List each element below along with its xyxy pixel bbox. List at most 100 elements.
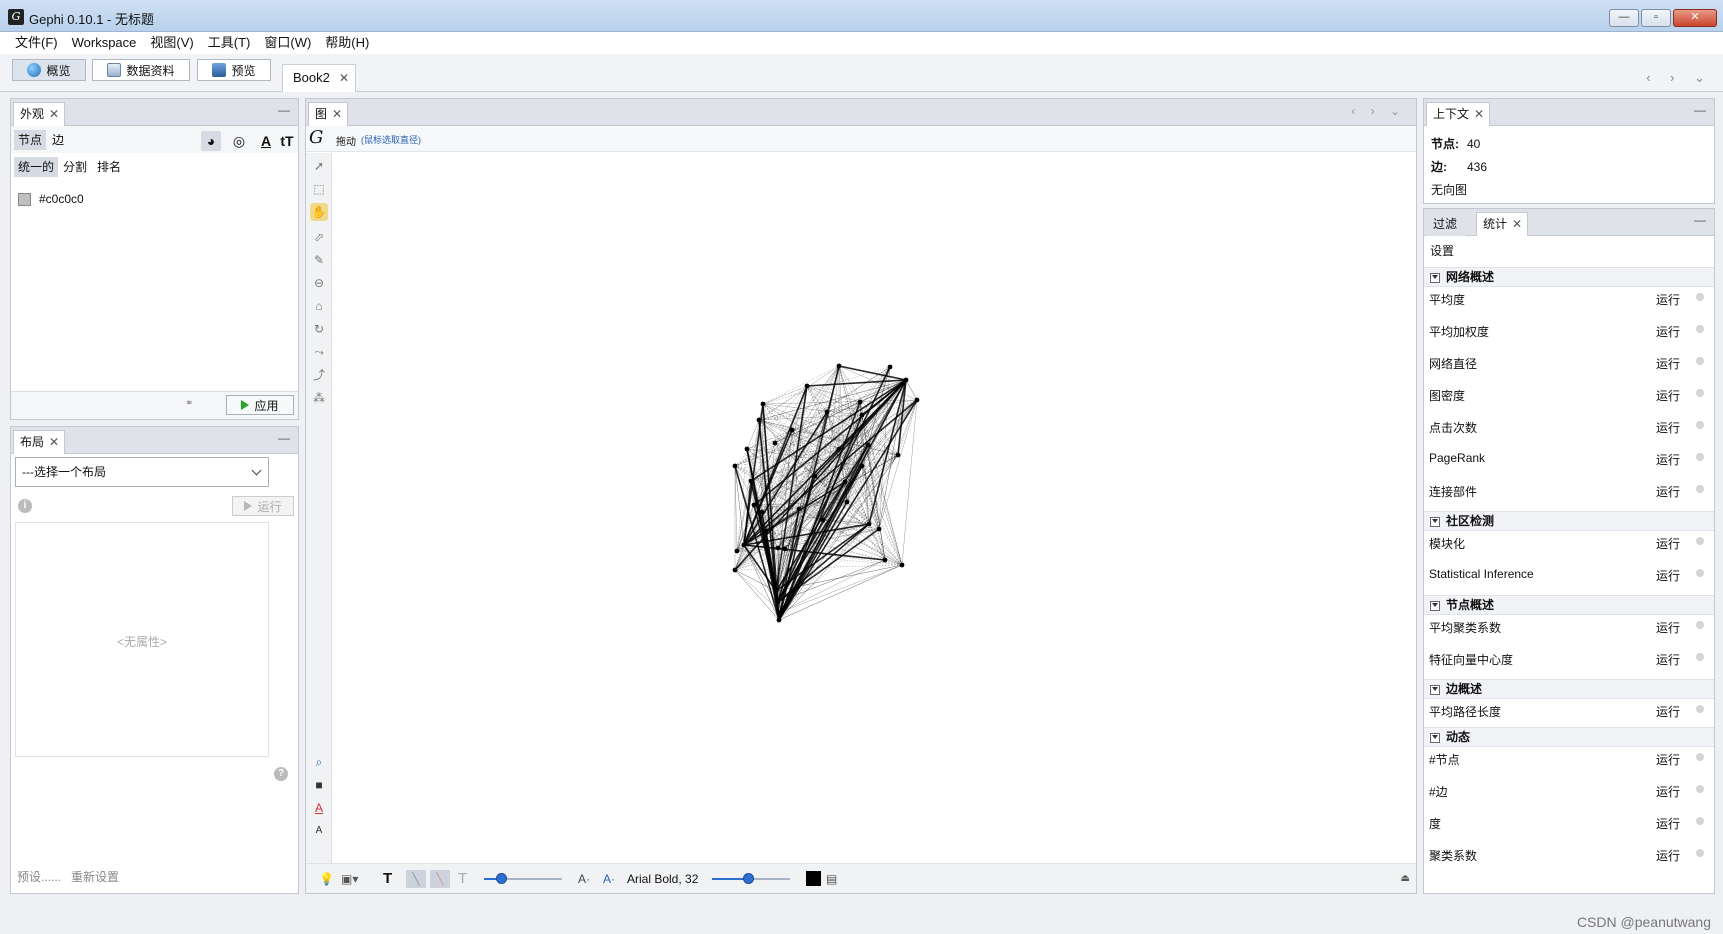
- graph-node[interactable]: [772, 440, 778, 446]
- statistics-category[interactable]: 边概述: [1424, 679, 1714, 699]
- graph-node[interactable]: [866, 521, 872, 527]
- graph-node[interactable]: [836, 446, 842, 452]
- graph-node[interactable]: [756, 417, 762, 423]
- network-graph[interactable]: [333, 153, 1417, 865]
- minimize-panel-icon[interactable]: —: [1694, 213, 1706, 227]
- close-icon[interactable]: ✕: [332, 103, 342, 125]
- statistics-category[interactable]: 节点概述: [1424, 595, 1714, 615]
- graph-node[interactable]: [865, 442, 871, 448]
- pointer-tool-icon[interactable]: ➚: [310, 157, 328, 175]
- run-button[interactable]: 运行: [1656, 355, 1680, 372]
- graph-node[interactable]: [778, 609, 784, 615]
- nodes-tab[interactable]: 节点: [14, 130, 47, 150]
- font-size-up-icon[interactable]: A·: [603, 870, 615, 888]
- graph-node[interactable]: [804, 383, 810, 389]
- run-button[interactable]: 运行: [1656, 783, 1680, 800]
- tab-context[interactable]: 上下文 ✕: [1426, 102, 1491, 126]
- label-color-swatch[interactable]: [806, 871, 821, 886]
- run-button[interactable]: 运行: [1656, 387, 1680, 404]
- graph-node[interactable]: [759, 509, 765, 515]
- shortest-path-icon[interactable]: ⤳: [310, 343, 328, 361]
- lightbulb-icon[interactable]: 💡: [319, 870, 334, 888]
- apply-button[interactable]: 应用: [226, 395, 294, 415]
- run-button[interactable]: 运行: [1656, 751, 1680, 768]
- close-icon[interactable]: ✕: [49, 431, 59, 453]
- minimize-panel-icon[interactable]: —: [278, 431, 290, 445]
- graph-node[interactable]: [760, 401, 766, 407]
- menu-file[interactable]: 文件(F): [8, 32, 65, 54]
- graph-node[interactable]: [775, 545, 781, 551]
- size-tool-icon[interactable]: ⊖: [310, 274, 328, 292]
- rotate-icon[interactable]: ↻: [310, 320, 328, 338]
- run-button[interactable]: 运行: [1656, 535, 1680, 552]
- preview-mode-button[interactable]: 预览: [197, 59, 271, 81]
- label-attributes-icon[interactable]: ▤: [826, 870, 837, 888]
- graph-node[interactable]: [789, 427, 795, 433]
- help-icon[interactable]: ?: [274, 767, 288, 781]
- edge-icon[interactable]: ╲: [406, 870, 426, 888]
- graph-node[interactable]: [744, 446, 750, 452]
- collapse-icon[interactable]: ⏏: [1401, 870, 1410, 888]
- tab-statistics[interactable]: 统计 ✕: [1476, 212, 1529, 236]
- run-button[interactable]: 运行: [1656, 291, 1680, 308]
- graph-node[interactable]: [824, 409, 830, 415]
- run-button[interactable]: 运行: [1656, 451, 1680, 468]
- color-palette-icon[interactable]: ◕: [201, 131, 221, 151]
- layout-run-button[interactable]: 运行: [232, 496, 294, 516]
- graph-node[interactable]: [812, 473, 818, 479]
- link-icon[interactable]: ⚭: [185, 398, 193, 409]
- zoom-icon[interactable]: ⌕: [310, 753, 328, 771]
- graph-node[interactable]: [887, 364, 893, 370]
- neighbors-icon[interactable]: ⁂: [310, 389, 328, 407]
- label-text-icon[interactable]: T: [458, 870, 467, 888]
- graph-node[interactable]: [876, 526, 882, 532]
- graph-node[interactable]: [748, 478, 754, 484]
- run-button[interactable]: 运行: [1656, 815, 1680, 832]
- partition-tab[interactable]: 分割: [59, 157, 91, 177]
- menu-window[interactable]: 窗口(W): [257, 32, 318, 54]
- minimize-button[interactable]: —: [1609, 9, 1639, 27]
- tab-graph[interactable]: 图 ✕: [308, 102, 349, 126]
- graph-node[interactable]: [899, 562, 905, 568]
- close-icon[interactable]: ✕: [1512, 213, 1522, 235]
- brush-icon[interactable]: ✎: [310, 251, 328, 269]
- graph-node[interactable]: [857, 399, 863, 405]
- graph-node[interactable]: [751, 502, 757, 508]
- graph-node[interactable]: [914, 397, 920, 403]
- screenshot-icon[interactable]: ▣▾: [341, 870, 358, 888]
- menu-workspace[interactable]: Workspace: [65, 32, 144, 54]
- run-button[interactable]: 运行: [1656, 619, 1680, 636]
- run-button[interactable]: 运行: [1656, 483, 1680, 500]
- text-icon[interactable]: T: [383, 870, 392, 888]
- color-swatch[interactable]: [18, 192, 31, 206]
- document-tab[interactable]: Book2 ✕: [282, 64, 356, 92]
- graph-node[interactable]: [773, 588, 779, 594]
- graph-node[interactable]: [842, 479, 848, 485]
- graph-node[interactable]: [775, 599, 781, 605]
- painter-icon[interactable]: ⌂: [310, 297, 328, 315]
- minimize-panel-icon[interactable]: —: [278, 103, 290, 117]
- settings-label[interactable]: 设置: [1430, 242, 1454, 259]
- menu-help[interactable]: 帮助(H): [318, 32, 376, 54]
- graph-node[interactable]: [820, 517, 826, 523]
- graph-node[interactable]: [734, 548, 740, 554]
- graph-node[interactable]: [763, 528, 769, 534]
- run-button[interactable]: 运行: [1656, 847, 1680, 864]
- run-button[interactable]: 运行: [1656, 567, 1680, 584]
- overview-mode-button[interactable]: 概览: [12, 59, 86, 81]
- graph-node[interactable]: [844, 499, 850, 505]
- statistics-category[interactable]: 网络概述: [1424, 267, 1714, 287]
- presets-link[interactable]: 预设......: [17, 868, 61, 885]
- graph-canvas[interactable]: [333, 153, 1416, 863]
- graph-node[interactable]: [903, 377, 909, 383]
- rectangle-select-icon[interactable]: ⬚: [310, 180, 328, 198]
- label-scale-slider[interactable]: [743, 873, 754, 884]
- info-icon[interactable]: i: [18, 499, 32, 513]
- edges-tab[interactable]: 边: [48, 130, 68, 150]
- unique-tab[interactable]: 统一的: [14, 157, 59, 177]
- background-color-icon[interactable]: ■: [310, 776, 328, 794]
- tab-layout[interactable]: 布局 ✕: [13, 430, 66, 454]
- unique-color-row[interactable]: #c0c0c0: [18, 192, 84, 206]
- statistics-category[interactable]: 社区检测: [1424, 511, 1714, 531]
- graph-node[interactable]: [776, 617, 782, 623]
